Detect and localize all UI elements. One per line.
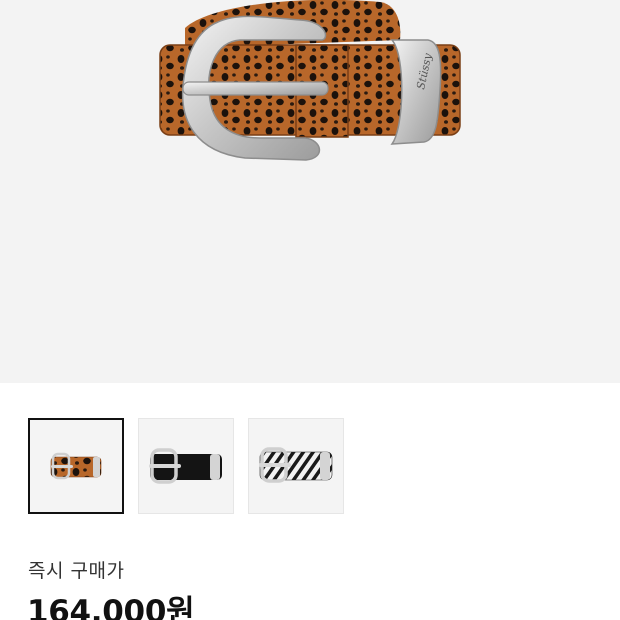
- belt-image: Stüssy: [159, 0, 461, 161]
- product-page: Stüssy 즉시 구매가 164,000원: [0, 0, 620, 620]
- product-hero-image[interactable]: Stüssy: [0, 0, 620, 383]
- thumbnail-black[interactable]: [138, 418, 234, 514]
- zebra-belt-thumb-icon: [259, 447, 333, 483]
- price-value: 164,000원: [27, 594, 195, 620]
- instant-buy-price-label: 즉시 구매가: [28, 560, 125, 582]
- thumbnail-zebra[interactable]: [248, 418, 344, 514]
- thumbnail-leopard[interactable]: [28, 418, 124, 514]
- black-belt-thumb-icon: [149, 448, 222, 484]
- thumbnail-strip: [28, 418, 344, 514]
- leopard-belt-thumb-icon: [50, 452, 102, 480]
